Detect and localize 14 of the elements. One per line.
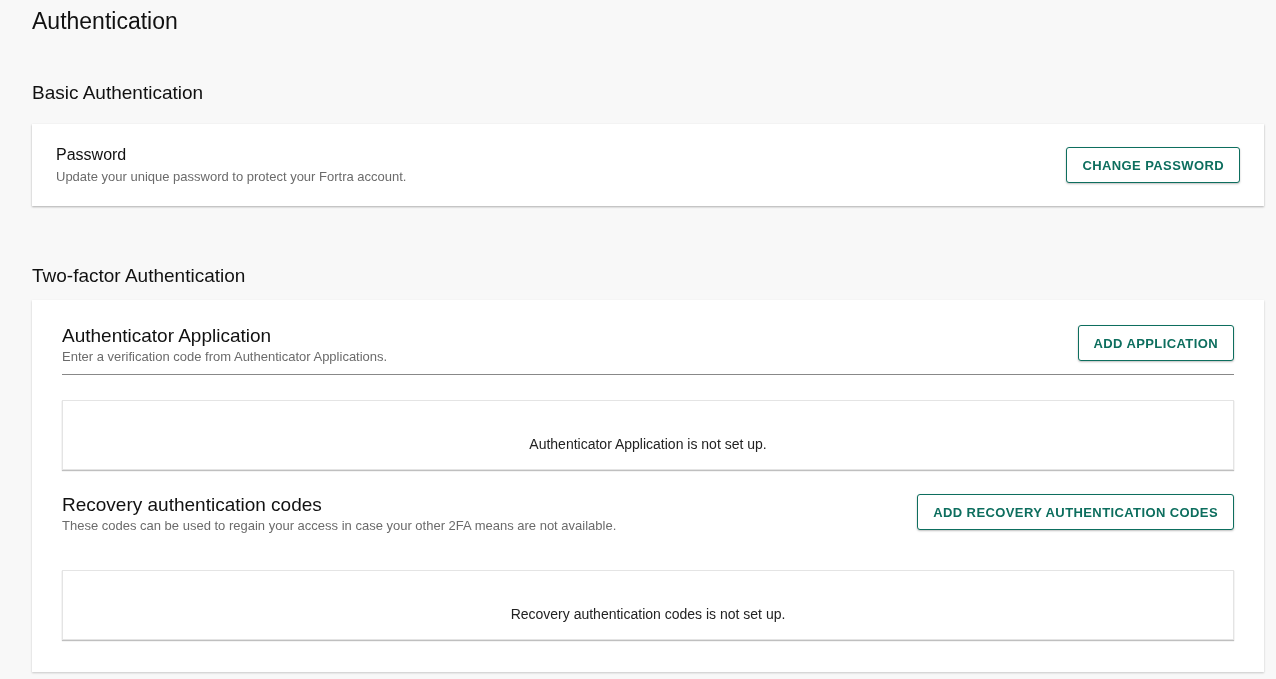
add-method-button[interactable]: ADD RECOVERY AUTHENTICATION CODES [917,494,1234,530]
section-heading: Two-factor Authentication [32,264,247,288]
method-description: These codes can be used to regain your access in case your other 2FA means are not available. [62,518,617,533]
card-title: Password [56,146,128,164]
section-heading: Basic Authentication [32,81,205,105]
add-method-button[interactable]: ADD APPLICATION [1077,325,1234,361]
method-title: Authenticator Application [62,325,273,347]
status-message: Recovery authentication codes is not set up. [510,606,786,622]
page-title: Authentication [32,7,179,36]
status-message: Authenticator Application is not set up. [529,436,767,452]
method-description: Enter a verification code from Authenticator Applications. [62,349,388,364]
method-title: Recovery authentication codes [62,494,323,516]
change-password-button[interactable]: CHANGE PASSWORD [1066,147,1240,183]
card-description: Update your unique password to protect your Fortra account. [56,169,407,184]
